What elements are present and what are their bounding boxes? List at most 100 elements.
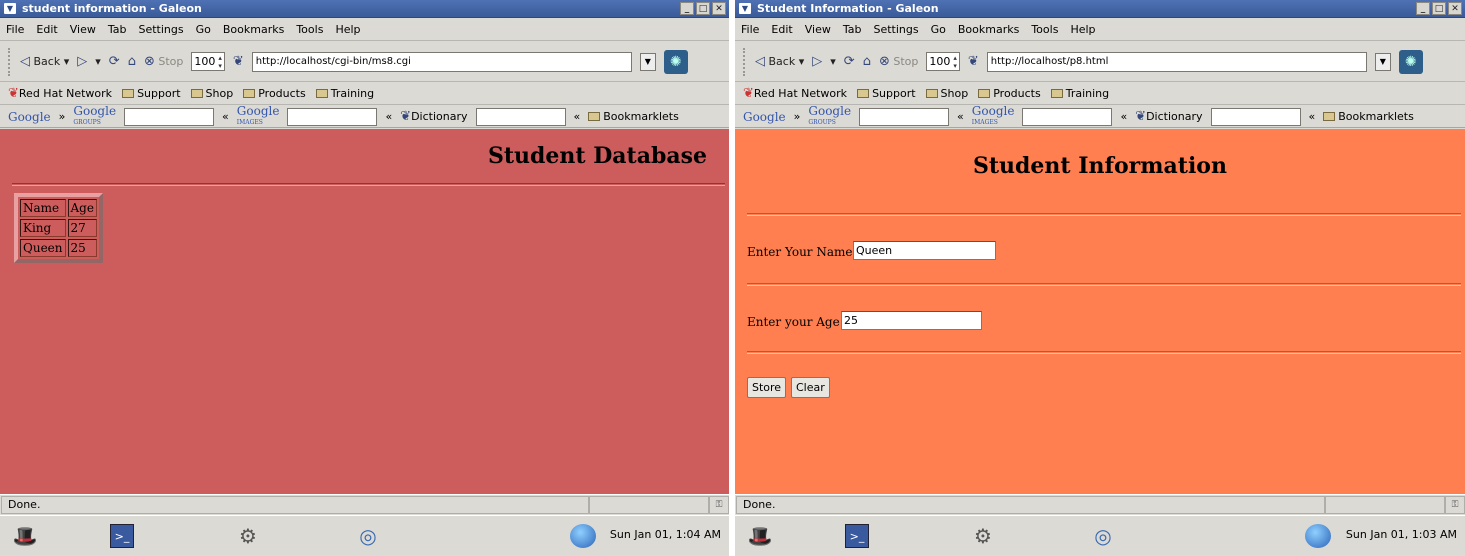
google-images-logo[interactable]: Google IMAGES <box>237 105 280 127</box>
toolbar-grip[interactable] <box>743 47 747 76</box>
menu-edit[interactable]: Edit <box>771 23 792 36</box>
menu-settings[interactable]: Settings <box>138 23 183 36</box>
back-button[interactable]: ◁ Back ▾ <box>755 54 804 69</box>
forward-dropdown-icon[interactable]: ▾ <box>830 55 836 68</box>
dictionary-link[interactable]: ❦Dictionary <box>1135 109 1202 124</box>
dictionary-link[interactable]: ❦Dictionary <box>400 109 467 124</box>
menu-settings[interactable]: Settings <box>873 23 918 36</box>
toolbar-grip[interactable] <box>8 47 12 76</box>
security-icon[interactable]: ⚿ <box>1445 495 1465 514</box>
google-logo[interactable]: Google <box>8 110 51 124</box>
close-button[interactable]: ✕ <box>712 2 726 15</box>
store-button[interactable]: Store <box>747 377 787 398</box>
google-groups-logo[interactable]: Google GROUPS <box>808 105 851 127</box>
forward-arrow-icon[interactable]: ▷ <box>812 54 822 69</box>
forward-arrow-icon[interactable]: ▷ <box>77 54 87 69</box>
terminal-icon[interactable]: >_ <box>845 524 869 548</box>
web-browser-icon[interactable]: ◎ <box>353 522 383 550</box>
menu-tools[interactable]: Tools <box>296 23 323 36</box>
close-button[interactable]: ✕ <box>1448 2 1462 15</box>
home-icon[interactable]: ⌂ <box>863 54 871 69</box>
menu-go[interactable]: Go <box>196 23 211 36</box>
terminal-icon[interactable]: >_ <box>110 524 134 548</box>
google-groups-logo[interactable]: Google GROUPS <box>73 105 116 127</box>
bookmark-folder-products[interactable]: Products <box>978 87 1041 100</box>
menu-tab[interactable]: Tab <box>108 23 127 36</box>
bookmark-folder-training[interactable]: Training <box>315 87 374 100</box>
network-status-icon[interactable] <box>1305 524 1331 548</box>
menu-tab[interactable]: Tab <box>843 23 862 36</box>
bookmark-red-hat-network[interactable]: ❦Red Hat Network <box>743 86 847 101</box>
dictionary-search-input[interactable] <box>475 107 566 126</box>
menu-file[interactable]: File <box>741 23 759 36</box>
stop-button[interactable]: ⊗ Stop <box>144 54 183 69</box>
window-menu-icon[interactable]: ▼ <box>739 3 751 14</box>
menu-view[interactable]: View <box>805 23 831 36</box>
clear-button[interactable]: Clear <box>791 377 830 398</box>
url-input[interactable]: http://localhost/cgi-bin/ms8.cgi <box>251 51 632 72</box>
redhat-menu-icon[interactable]: 🎩 <box>10 522 40 550</box>
minimize-button[interactable]: _ <box>680 2 694 15</box>
url-input[interactable]: http://localhost/p8.html <box>986 51 1367 72</box>
home-icon[interactable]: ⌂ <box>128 54 136 69</box>
title-bar[interactable]: ▼ Student Information - Galeon _ □ ✕ <box>735 0 1465 18</box>
folder-icon <box>978 89 991 98</box>
security-icon[interactable]: ⚿ <box>709 495 729 514</box>
zoom-spinner[interactable]: 100 ▴ ▾ <box>926 52 960 71</box>
bookmark-red-hat-network[interactable]: ❦Red Hat Network <box>8 86 112 101</box>
back-button[interactable]: ◁ Back ▾ <box>20 54 69 69</box>
zoom-spinner[interactable]: 100 ▴ ▾ <box>191 52 225 71</box>
throbber-icon[interactable]: ✺ <box>1398 49 1423 74</box>
status-text: Done. <box>736 495 1325 514</box>
google-groups-search-input[interactable] <box>859 107 950 126</box>
menu-bookmarks[interactable]: Bookmarks <box>958 23 1019 36</box>
maximize-button[interactable]: □ <box>1432 2 1446 15</box>
bookmark-folder-shop[interactable]: Shop <box>190 87 233 100</box>
menu-file[interactable]: File <box>6 23 24 36</box>
bookmark-folder-shop[interactable]: Shop <box>925 87 968 100</box>
age-input[interactable]: 25 <box>841 311 982 330</box>
bookmark-folder-support[interactable]: Support <box>857 87 916 100</box>
table-cell: King <box>20 219 66 237</box>
throbber-icon[interactable]: ✺ <box>663 49 688 74</box>
menu-edit[interactable]: Edit <box>36 23 57 36</box>
bookmark-folder-support[interactable]: Support <box>122 87 181 100</box>
menu-help[interactable]: Help <box>335 23 360 36</box>
network-status-icon[interactable] <box>570 524 596 548</box>
google-logo[interactable]: Google <box>743 110 786 124</box>
reload-icon[interactable]: ⟳ <box>844 54 855 69</box>
window-menu-icon[interactable]: ▼ <box>4 3 16 14</box>
stop-button[interactable]: ⊗ Stop <box>878 53 918 69</box>
google-images-logo[interactable]: Google IMAGES <box>972 105 1015 127</box>
clock[interactable]: Sun Jan 01, 1:03 AM <box>1346 528 1457 541</box>
google-images-search-input[interactable] <box>1022 107 1113 126</box>
menu-tools[interactable]: Tools <box>1031 23 1058 36</box>
settings-gear-icon[interactable]: ⚙ <box>233 522 263 550</box>
table-row: Queen 25 <box>20 239 97 257</box>
bookmarklets-folder[interactable]: Bookmarklets <box>1323 110 1414 123</box>
bookmark-folder-products[interactable]: Products <box>243 87 306 100</box>
url-history-dropdown[interactable]: ▼ <box>639 52 656 71</box>
clock[interactable]: Sun Jan 01, 1:04 AM <box>610 528 721 541</box>
url-history-dropdown[interactable]: ▼ <box>1374 52 1391 71</box>
bookmark-folder-training[interactable]: Training <box>1050 87 1109 100</box>
google-groups-search-input[interactable] <box>124 107 215 126</box>
dictionary-search-input[interactable] <box>1210 107 1301 126</box>
menu-bookmarks[interactable]: Bookmarks <box>223 23 284 36</box>
settings-gear-icon[interactable]: ⚙ <box>968 522 998 550</box>
web-browser-icon[interactable]: ◎ <box>1088 522 1118 550</box>
maximize-button[interactable]: □ <box>696 2 710 15</box>
stop-icon: ⊗ <box>878 53 890 69</box>
menu-view[interactable]: View <box>70 23 96 36</box>
bookmarklets-folder[interactable]: Bookmarklets <box>588 110 679 123</box>
window-title: Student Information - Galeon <box>757 2 939 15</box>
reload-icon[interactable]: ⟳ <box>109 54 120 69</box>
menu-help[interactable]: Help <box>1070 23 1095 36</box>
minimize-button[interactable]: _ <box>1416 2 1430 15</box>
forward-dropdown-icon[interactable]: ▾ <box>95 55 101 68</box>
name-input[interactable]: Queen <box>853 241 996 260</box>
menu-go[interactable]: Go <box>931 23 946 36</box>
redhat-menu-icon[interactable]: 🎩 <box>745 522 775 550</box>
google-images-search-input[interactable] <box>287 107 378 126</box>
title-bar[interactable]: ▼ student information - Galeon _ □ ✕ <box>0 0 729 18</box>
